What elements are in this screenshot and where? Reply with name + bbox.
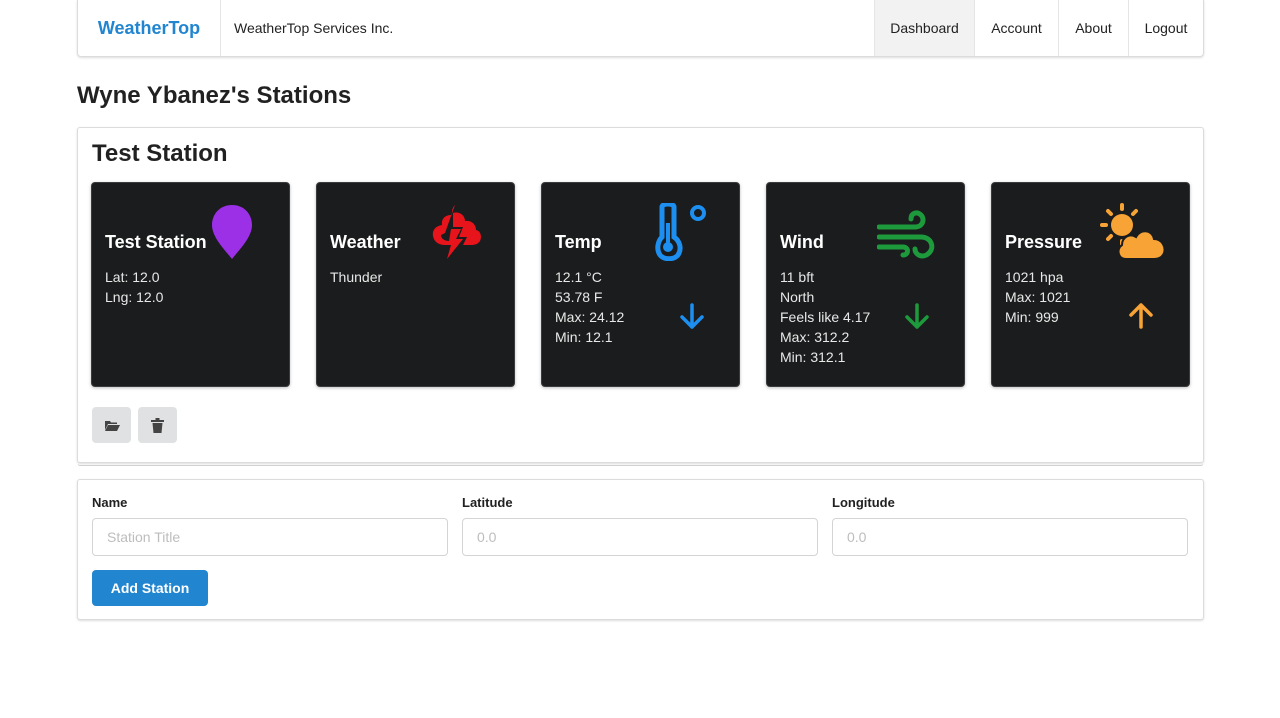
longitude-input[interactable] <box>832 518 1188 556</box>
card-details: Lat: 12.0 Lng: 12.0 <box>105 267 163 307</box>
station-title: Test Station <box>92 140 228 167</box>
delete-station-button[interactable] <box>138 407 177 443</box>
card-details: 12.1 °C 53.78 F Max: 24.12 Min: 12.1 <box>555 267 624 347</box>
add-station-form: Name Latitude Longitude Add Station <box>77 479 1204 620</box>
add-station-button[interactable]: Add Station <box>92 570 208 606</box>
pressure-max: Max: 1021 <box>1005 289 1071 305</box>
wind-speed: 11 bft <box>780 269 814 285</box>
temperature-card: Temp 12.1 °C 53.78 F Max: 24.12 Min: 12.… <box>541 182 740 387</box>
location-card: Test Station Lat: 12.0 Lng: 12.0 <box>91 182 290 387</box>
station-panel: Test Station Test Station Lat: 12.0 Lng:… <box>77 127 1204 463</box>
longitude-label: Longitude <box>832 495 895 510</box>
map-marker-icon <box>212 205 252 259</box>
wind-direction: North <box>780 289 815 305</box>
wind-min: Min: 312.1 <box>780 349 846 365</box>
company-name: WeatherTop Services Inc. <box>234 20 394 36</box>
thermometer-icon <box>655 203 706 261</box>
card-details: 11 bft North Feels like 4.17 Max: 312.2 … <box>780 267 870 367</box>
card-details: 1021 hpa Max: 1021 Min: 999 <box>1005 267 1070 327</box>
pressure-card: Pressure 1021 hpa Max: 1021 Min: 999 <box>991 182 1190 387</box>
wind-icon <box>877 210 935 259</box>
weather-condition: Thunder <box>330 269 383 285</box>
card-title: Test Station <box>105 232 207 252</box>
wind-max: Max: 312.2 <box>780 329 850 345</box>
nav-item-account[interactable]: Account <box>974 0 1058 56</box>
thunder-cloud-icon <box>432 205 481 259</box>
nav-item-dashboard[interactable]: Dashboard <box>874 0 974 56</box>
arrow-down-icon <box>905 303 929 329</box>
wind-card: Wind 11 bft North Feels like 4.17 Max: 3… <box>766 182 965 387</box>
card-title: Wind <box>780 232 824 252</box>
sun-cloud-icon <box>1100 203 1166 260</box>
arrow-up-icon <box>1129 303 1153 329</box>
folder-open-icon <box>104 420 120 431</box>
latitude-label: Latitude <box>462 495 513 510</box>
card-title: Weather <box>330 232 401 252</box>
trash-icon <box>151 417 164 433</box>
brand-logo[interactable]: WeatherTop <box>78 0 221 56</box>
station-name-input[interactable] <box>92 518 448 556</box>
name-label: Name <box>92 495 128 510</box>
latitude-value: Lat: 12.0 <box>105 269 160 285</box>
nav-item-about[interactable]: About <box>1058 0 1128 56</box>
weather-card: Weather Thunder <box>316 182 515 387</box>
top-menu: WeatherTop WeatherTop Services Inc. Dash… <box>77 0 1204 57</box>
open-station-button[interactable] <box>92 407 131 443</box>
longitude-value: Lng: 12.0 <box>105 289 164 305</box>
card-details: Thunder <box>330 267 382 287</box>
nav-item-logout[interactable]: Logout <box>1128 0 1203 56</box>
page-title: Wyne Ybanez's Stations <box>77 82 352 109</box>
temp-min: Min: 12.1 <box>555 329 613 345</box>
latitude-input[interactable] <box>462 518 818 556</box>
card-title: Temp <box>555 232 602 252</box>
wind-chill: Feels like 4.17 <box>780 309 871 325</box>
temp-celsius: 12.1 °C <box>555 269 602 285</box>
temp-max: Max: 24.12 <box>555 309 625 325</box>
pressure-min: Min: 999 <box>1005 309 1059 325</box>
pressure-value: 1021 hpa <box>1005 269 1064 285</box>
card-title: Pressure <box>1005 232 1083 252</box>
arrow-down-icon <box>680 303 704 329</box>
temp-fahrenheit: 53.78 F <box>555 289 603 305</box>
